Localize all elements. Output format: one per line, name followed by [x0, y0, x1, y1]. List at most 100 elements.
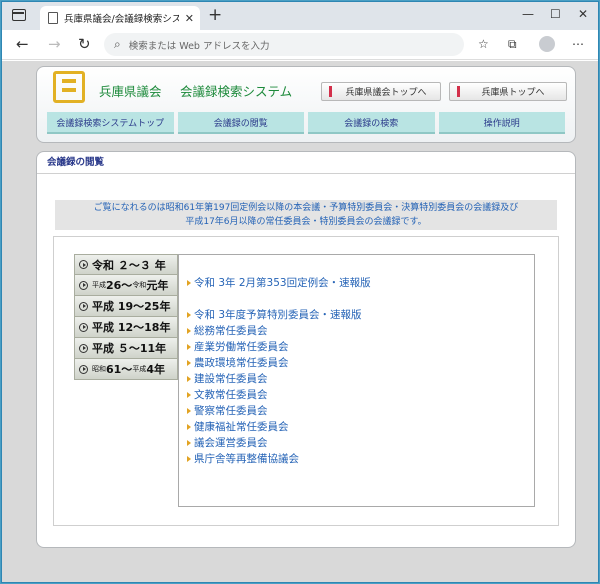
nav-search-records[interactable]: 会議録の検索 — [308, 112, 435, 134]
orange-arrow-icon — [187, 391, 191, 398]
circle-arrow-icon — [79, 322, 88, 332]
orange-arrow-icon — [187, 311, 191, 318]
system-name: 会議録検索システム — [180, 84, 293, 99]
years: 4 — [146, 362, 154, 376]
orange-arrow-icon — [187, 375, 191, 382]
meeting-link[interactable]: 議会運営委員会 — [187, 435, 268, 450]
circle-arrow-icon — [79, 343, 88, 353]
close-tab-icon[interactable]: ✕ — [185, 12, 194, 25]
year-suffix: 年 — [159, 321, 171, 334]
assembly-top-label: 兵庫県議会トップへ — [345, 88, 427, 98]
meeting-link-label: 健康福祉常任委員会 — [194, 421, 289, 433]
circle-arrow-icon — [79, 280, 88, 290]
meeting-link-label: 議会運営委員会 — [194, 437, 268, 449]
meeting-link[interactable]: 健康福祉常任委員会 — [187, 419, 289, 434]
year-suffix: 年 — [154, 258, 166, 272]
era: 令和 — [132, 281, 147, 289]
year-suffix: 年 — [159, 300, 171, 313]
nav-browse-records[interactable]: 会議録の閲覧 — [177, 112, 304, 134]
meeting-link-label: 令和 3年度予算特別委員会・速報版 — [194, 309, 362, 321]
forward-arrow-icon[interactable]: → — [48, 35, 61, 53]
new-tab-button[interactable]: + — [208, 5, 222, 25]
refresh-icon[interactable]: ↻ — [78, 35, 91, 53]
year-suffix: 年 — [153, 363, 165, 376]
meeting-link-label: 産業労働常任委員会 — [194, 341, 289, 353]
period-item[interactable]: 平成 12～18 年 — [74, 317, 178, 338]
era: 平成 — [92, 321, 114, 334]
period-item[interactable]: 平成 19～25 年 — [74, 296, 178, 317]
period-menu: 令和 ２～３ 年 平成 26～ 令和 元 年 平成 19～25 年 平成 12～… — [74, 254, 178, 380]
meeting-link[interactable]: 建設常任委員会 — [187, 371, 268, 386]
meeting-list: 令和 3年 2月第353回定例会・速報版 令和 3年度予算特別委員会・速報版 総… — [178, 254, 535, 507]
global-nav: 会議録検索システムトップ 会議録の閲覧 会議録の検索 操作説明 — [47, 112, 565, 134]
browser-window: 兵庫県議会/会議録検索システム ✕ + — ☐ ✕ ← → ↻ ⌕ 検索または … — [1, 1, 599, 583]
content-panel: 会議録の閲覧 ご覧になれるのは昭和61年第197回定例会以降の本会議・予算特別委… — [36, 151, 576, 548]
period-item[interactable]: 平成 ５～11 年 — [74, 338, 178, 359]
back-arrow-icon[interactable]: ← — [16, 35, 29, 53]
years: 元 — [146, 279, 158, 292]
meeting-link[interactable]: 県庁舎等再整備協議会 — [187, 451, 299, 466]
circle-arrow-icon — [79, 301, 88, 311]
era: 平成 — [92, 300, 114, 313]
favorites-icon[interactable]: ☆ — [478, 37, 489, 51]
tab-bar: 兵庫県議会/会議録検索システム ✕ + — ☐ ✕ — [2, 2, 598, 30]
maximize-button[interactable]: ☐ — [550, 7, 561, 21]
meeting-link[interactable]: 令和 3年 2月第353回定例会・速報版 — [187, 275, 371, 290]
era: 平成 — [92, 342, 114, 355]
browser-tab[interactable]: 兵庫県議会/会議録検索システム ✕ — [40, 6, 200, 30]
years: ２～３ — [117, 258, 151, 272]
button-marker — [329, 86, 332, 97]
site-header: 兵庫県議会 会議録検索システム 兵庫県議会トップへ 兵庫県トップへ 会議録検索シ… — [36, 66, 576, 143]
meeting-link[interactable]: 産業労働常任委員会 — [187, 339, 289, 354]
period-item[interactable]: 昭和 61～ 平成 4 年 — [74, 359, 178, 380]
more-menu-icon[interactable]: ⋯ — [572, 37, 584, 51]
era: 令和 — [92, 258, 114, 272]
orange-arrow-icon — [187, 423, 191, 430]
year-suffix: 年 — [157, 279, 169, 292]
period-item[interactable]: 令和 ２～３ 年 — [74, 254, 178, 275]
address-toolbar: ← → ↻ ⌕ 検索または Web アドレスを入力 ☆ ⧉ ⋯ — [2, 30, 598, 60]
meeting-link[interactable]: 農政環境常任委員会 — [187, 355, 289, 370]
meeting-link-label: 警察常任委員会 — [194, 405, 268, 417]
collections-icon[interactable]: ⧉ — [508, 37, 517, 52]
meeting-link[interactable]: 令和 3年度予算特別委員会・速報版 — [187, 307, 362, 322]
profile-avatar[interactable] — [539, 36, 555, 52]
years: 19～25 — [117, 300, 160, 313]
years: 26～ — [106, 279, 133, 292]
meeting-link[interactable]: 総務常任委員会 — [187, 323, 268, 338]
years: 61～ — [106, 363, 133, 376]
orange-arrow-icon — [187, 407, 191, 414]
meeting-link[interactable]: 文教常任委員会 — [187, 387, 268, 402]
era: 平成 — [92, 281, 106, 289]
section-title: 会議録の閲覧 — [37, 152, 575, 174]
address-bar[interactable]: ⌕ 検索または Web アドレスを入力 — [104, 33, 464, 56]
orange-arrow-icon — [187, 343, 191, 350]
nav-system-top[interactable]: 会議録検索システムトップ — [47, 112, 174, 134]
web-page: 兵庫県議会 会議録検索システム 兵庫県議会トップへ 兵庫県トップへ 会議録検索シ… — [2, 61, 598, 582]
meeting-link-label: 令和 3年 2月第353回定例会・速報版 — [194, 277, 371, 289]
era: 昭和 — [92, 365, 106, 373]
close-window-button[interactable]: ✕ — [578, 7, 588, 21]
circle-arrow-icon — [79, 364, 88, 374]
assembly-top-button[interactable]: 兵庫県議会トップへ — [321, 82, 441, 101]
year-suffix: 年 — [155, 342, 167, 355]
prefecture-top-button[interactable]: 兵庫県トップへ — [449, 82, 567, 101]
meeting-link-label: 建設常任委員会 — [194, 373, 268, 385]
circle-arrow-icon — [79, 260, 88, 269]
tab-actions-icon[interactable] — [12, 9, 26, 21]
minimize-button[interactable]: — — [522, 7, 534, 21]
years: ５～11 — [117, 342, 156, 355]
orange-arrow-icon — [187, 327, 191, 334]
site-name: 兵庫県議会 — [99, 84, 162, 99]
availability-notice: ご覧になれるのは昭和61年第197回定例会以降の本会議・予算特別委員会・決算特別… — [55, 200, 557, 230]
period-item[interactable]: 平成 26～ 令和 元 年 — [74, 275, 178, 296]
orange-arrow-icon — [187, 359, 191, 366]
address-placeholder: 検索または Web アドレスを入力 — [128, 40, 270, 52]
meeting-link[interactable]: 警察常任委員会 — [187, 403, 268, 418]
assembly-logo-icon — [53, 71, 85, 103]
button-marker — [457, 86, 460, 97]
tab-title: 兵庫県議会/会議録検索システム — [64, 14, 179, 25]
nav-instructions[interactable]: 操作説明 — [438, 112, 565, 134]
orange-arrow-icon — [187, 455, 191, 462]
orange-arrow-icon — [187, 279, 191, 286]
